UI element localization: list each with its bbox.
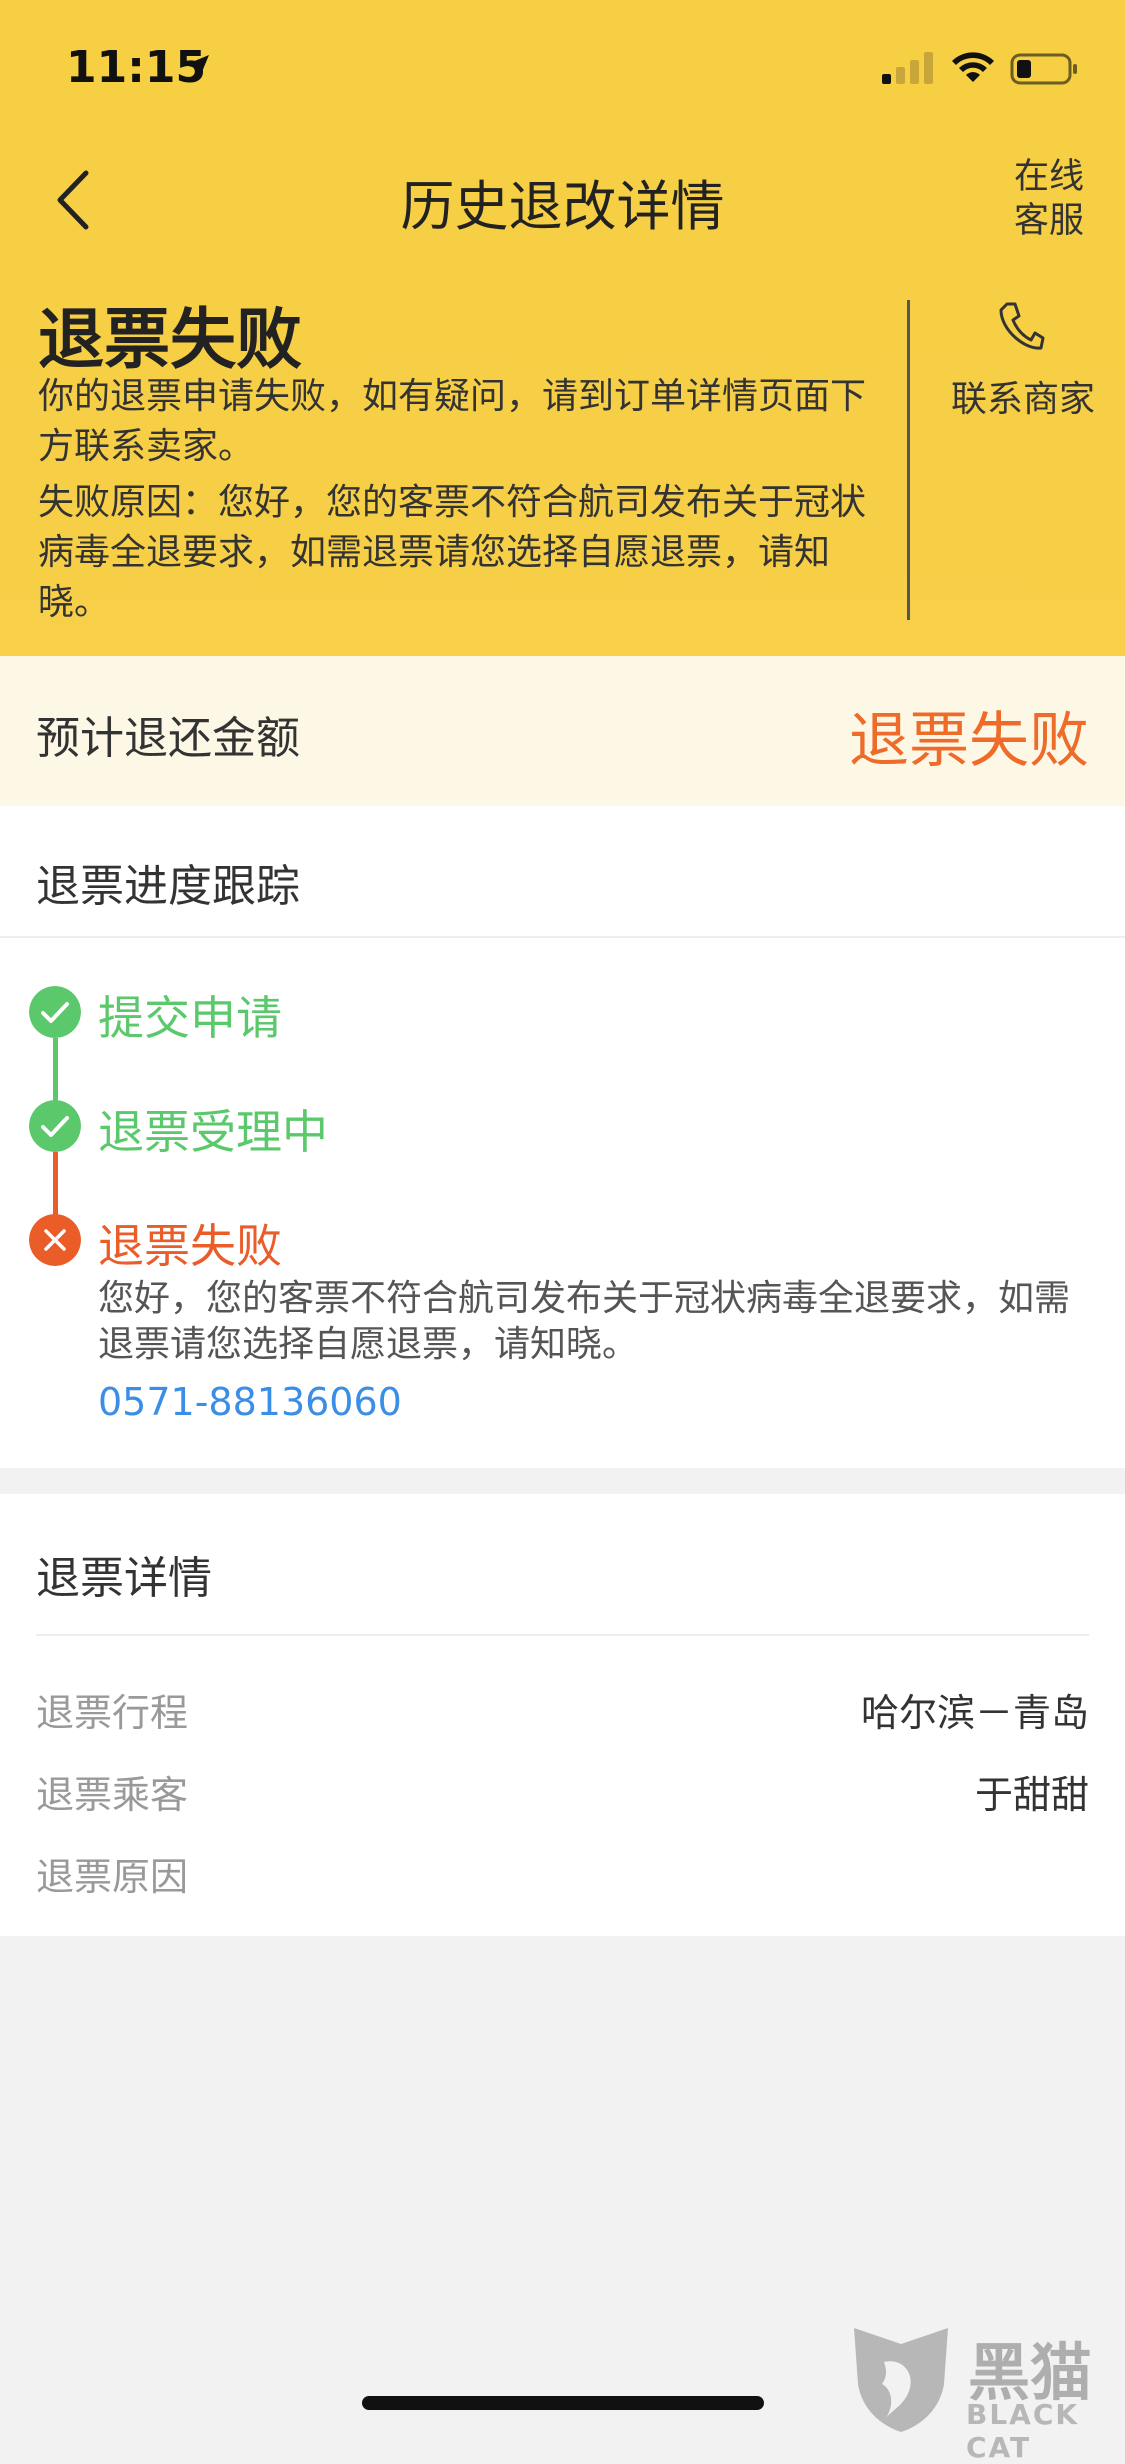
vertical-divider — [907, 300, 910, 620]
status-bar: 11:15 — [0, 0, 1125, 135]
watermark-text-en: BLACK CAT — [966, 2398, 1080, 2464]
detail-value: 哈尔滨－青岛 — [860, 1691, 1089, 1735]
step-failed: 退票失败 — [98, 1219, 282, 1273]
detail-row-passenger: 退票乘客 于甜甜 — [36, 1764, 1089, 1824]
refund-fail-reason: 失败原因：您好，您的客票不符合航司发布关于冠状病毒全退要求，如需退票请您选择自愿… — [38, 482, 867, 623]
step-processing: 退票受理中 — [98, 1105, 328, 1159]
close-icon — [29, 1214, 81, 1266]
divider — [36, 1634, 1089, 1636]
detail-key: 退票行程 — [36, 1691, 189, 1735]
refund-tracking-card: 退票进度跟踪 提交申请 退票受理中 退票失败 您好，您的客票不符合航司发布关于冠… — [0, 806, 1125, 1468]
black-cat-watermark: 黑猫 BLACK CAT — [848, 2318, 1118, 2464]
page-title: 历史退改详情 — [400, 175, 725, 238]
detail-heading: 退票详情 — [36, 1553, 212, 1604]
divider — [0, 936, 1125, 938]
refund-amount-label: 预计退还金额 — [36, 713, 300, 764]
wifi-icon — [952, 52, 994, 82]
contact-merchant-button[interactable]: 联系商家 — [938, 370, 1108, 422]
detail-row-itinerary: 退票行程 哈尔滨－青岛 — [36, 1682, 1089, 1742]
refund-amount-row: 预计退还金额 退票失败 — [0, 656, 1125, 806]
check-icon — [29, 1100, 81, 1152]
detail-key: 退票乘客 — [36, 1773, 189, 1817]
phone-icon[interactable] — [995, 300, 1045, 352]
detail-row-reason: 退票原因 — [36, 1846, 1089, 1906]
step-submit: 提交申请 — [98, 991, 282, 1045]
home-indicator[interactable] — [362, 2396, 764, 2410]
battery-icon — [1010, 53, 1077, 85]
refund-amount-status: 退票失败 — [849, 706, 1089, 776]
check-icon — [29, 986, 81, 1038]
online-service-label-2: 客服 — [1013, 201, 1084, 241]
online-service-button[interactable]: 在线 客服 — [1009, 155, 1089, 243]
refund-fail-title: 退票失败 — [38, 301, 302, 378]
detail-key: 退票原因 — [36, 1855, 189, 1899]
online-service-label-1: 在线 — [1013, 157, 1084, 197]
cellular-signal-icon — [882, 52, 933, 84]
refund-detail-card: 退票详情 退票行程 哈尔滨－青岛 退票乘客 于甜甜 退票原因 — [0, 1494, 1125, 1936]
refund-fail-description: 你的退票申请失败，如有疑问，请到订单详情页面下方联系卖家。 — [38, 376, 867, 467]
cat-shield-icon — [854, 2328, 948, 2432]
merchant-phone-link[interactable]: 0571-88136060 — [98, 1380, 402, 1424]
tracking-heading: 退票进度跟踪 — [36, 861, 300, 912]
detail-value: 于甜甜 — [974, 1773, 1089, 1817]
location-arrow-icon — [185, 55, 209, 79]
step-failed-detail: 您好，您的客票不符合航司发布关于冠状病毒全退要求，如需退票请您选择自愿退票，请知… — [98, 1278, 1071, 1365]
